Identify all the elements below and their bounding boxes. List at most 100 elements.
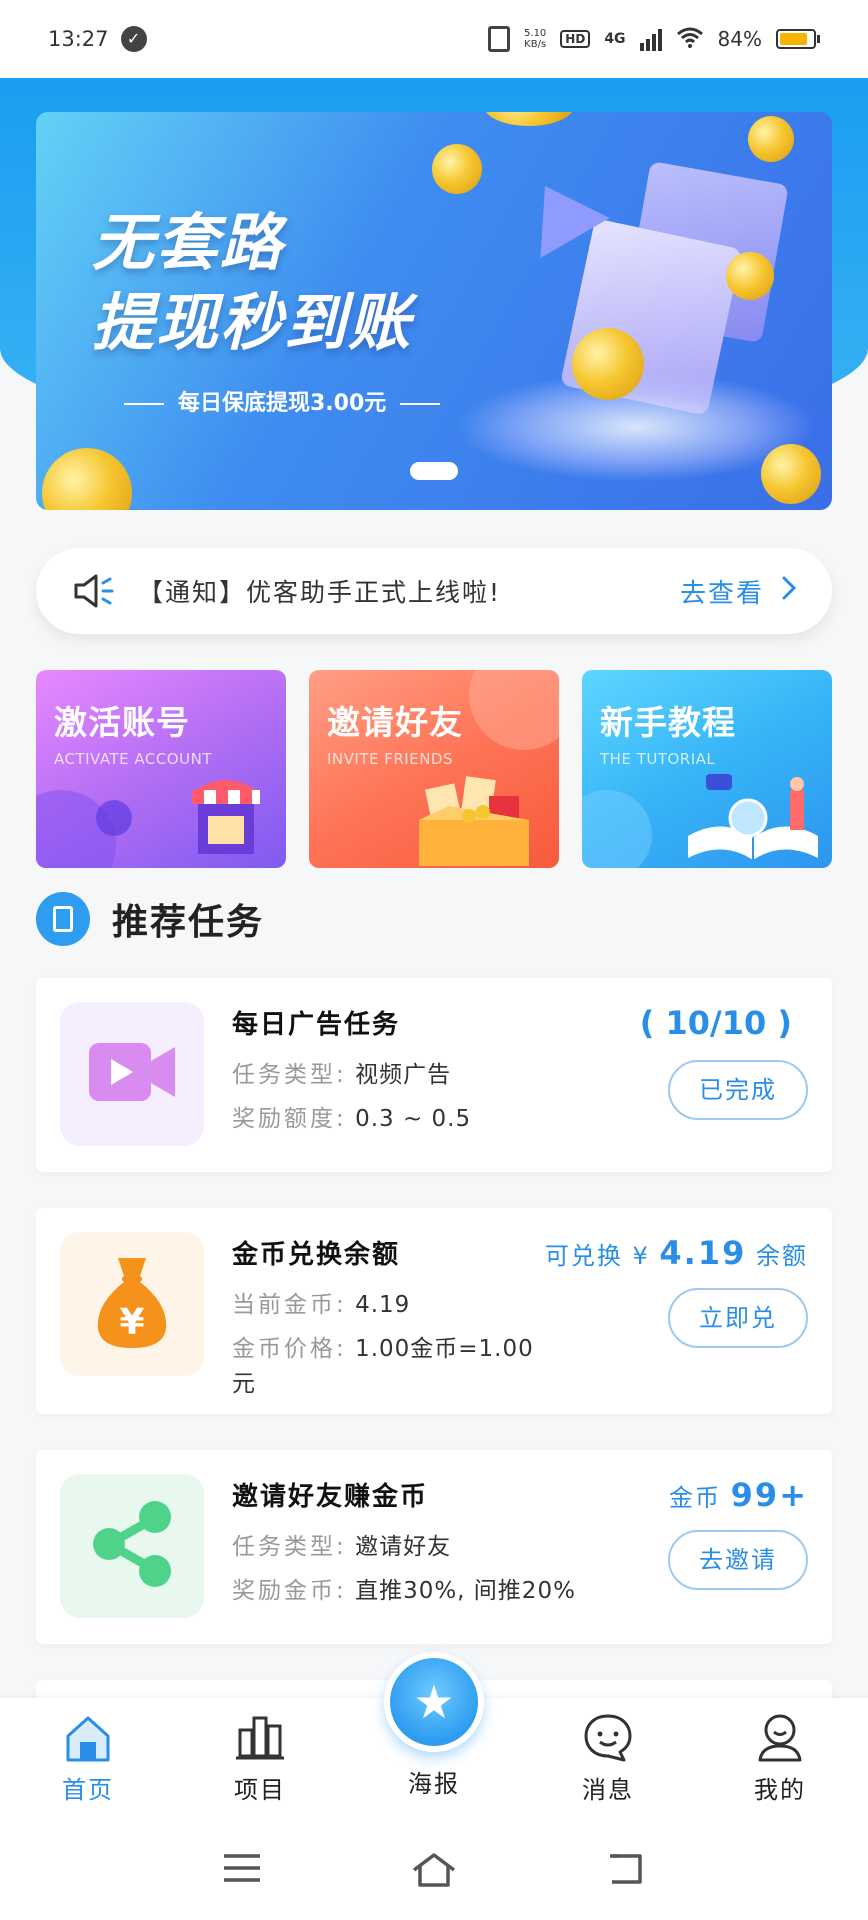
task-status: ( 10/10 ) 已完成 [640,1004,808,1120]
task-type-row: 任务类型: 视频广告 [232,1053,471,1097]
quick-card-subtitle: ACTIVATE ACCOUNT [54,750,212,768]
coin-price-wrap: 元 [232,1371,256,1397]
task-name: 邀请好友赚金币 [232,1482,429,1512]
tab-projects[interactable]: 项目 [200,1712,320,1805]
battery-icon [776,29,820,49]
coin-price-value: 1.00金币=1.00 [355,1336,534,1362]
current-coins-label: 当前金币: [232,1292,347,1318]
invite-button[interactable]: 去邀请 [668,1530,808,1590]
task-info: 金币兑换余额 当前金币: 4.19 金币价格: 1.00金币=1.00 元 [232,1234,562,1397]
tab-home[interactable]: 首页 [28,1712,148,1805]
banner-title-line1: 无套路 [92,206,285,279]
book-icon [678,766,828,868]
status-time: 13:27 [48,27,109,51]
tab-mine[interactable]: 我的 [720,1712,840,1805]
completed-button[interactable]: 已完成 [668,1060,808,1120]
tutorial-card[interactable]: 新手教程 THE TUTORIAL [582,670,832,868]
tab-poster-label: 海报 [408,1770,460,1798]
check-circle-icon: ✓ [120,26,147,52]
vibrate-icon [488,26,511,52]
task-type-row: 任务类型: 邀请好友 [232,1525,576,1569]
quick-actions: 激活账号 ACTIVATE ACCOUNT 邀请好友 INVITE FRIEND… [36,670,832,868]
status-bar: 13:27 ✓ 5.10 KB/s HD 4G 84% [0,0,868,78]
home-nav-icon[interactable] [410,1852,458,1892]
notice-bar[interactable]: 【通知】优客助手正式上线啦! 去查看 [36,548,832,634]
quick-card-title: 新手教程 [600,703,736,742]
banner-subtitle: 每日保底提现3.00元 [110,385,454,417]
notice-view-label: 去查看 [679,578,764,609]
net-speed: 5.10 KB/s [524,28,546,50]
signal-icon [639,27,662,51]
svg-text:¥: ¥ [119,1302,144,1343]
reward-coins-row: 奖励金币: 直推30%, 间推20% [232,1569,576,1613]
current-coins-row: 当前金币: 4.19 [232,1283,562,1327]
chevron-right-icon [782,576,797,607]
coin-icon [42,448,132,510]
task-thumb: ¥ [60,1232,204,1376]
task-info: 每日广告任务 任务类型: 视频广告 奖励额度: 0.3 ~ 0.5 [232,1004,471,1141]
coin-price-label: 金币价格: [232,1336,347,1362]
task-status: 可兑换 ¥ 4.19 余额 立即兑 [545,1234,808,1348]
coin-icon [572,328,644,400]
task-progress: ( 10/10 ) [639,1004,792,1042]
promo-banner[interactable]: 无套路 提现秒到账 每日保底提现3.00元 [36,112,832,510]
video-icon [87,1037,177,1111]
activate-account-card[interactable]: 激活账号 ACTIVATE ACCOUNT [36,670,286,868]
buildings-icon [234,1712,286,1764]
coin-price-row: 金币价格: 1.00金币=1.00 [232,1327,562,1371]
task-type-value: 视频广告 [355,1062,452,1088]
task-type-label: 任务类型: [232,1534,347,1560]
exchange-amount: 可兑换 ¥ 4.19 余额 [545,1234,808,1272]
coin-icon [748,116,794,162]
clipboard-icon [36,892,90,946]
coin-reward: 金币 99+ [668,1476,808,1514]
carousel-indicator[interactable] [410,462,458,480]
status-indicators: 5.10 KB/s HD 4G 84% [488,26,820,53]
star-icon: ★ [413,1675,455,1729]
exchange-prefix: 可兑换 ¥ [544,1242,650,1270]
coin-icon [726,252,774,300]
tab-messages[interactable]: 消息 [548,1712,668,1805]
battery-percent: 84% [717,27,762,51]
chat-bubble-icon [582,1712,634,1764]
task-status: 金币 99+ 去邀请 [668,1476,808,1590]
notice-view-link[interactable]: 去查看 [679,573,797,610]
coin-icon [484,112,574,126]
quick-card-title: 激活账号 [54,703,190,742]
current-coins-value: 4.19 [355,1292,411,1318]
task-name: 每日广告任务 [232,1010,401,1040]
exchange-suffix: 余额 [756,1242,808,1270]
app-screen: 13:27 ✓ 5.10 KB/s HD 4G 84% 无套路 提现秒到账 每日… [0,0,868,1920]
reward-coins-label: 奖励金币: [232,1578,347,1604]
coin-icon [761,444,821,504]
task-card-daily-ads[interactable]: 每日广告任务 任务类型: 视频广告 奖励额度: 0.3 ~ 0.5 ( 10/1… [36,978,832,1172]
tab-projects-label: 项目 [234,1776,286,1804]
invite-friends-card[interactable]: 邀请好友 INVITE FRIENDS [309,670,559,868]
tab-home-label: 首页 [62,1776,114,1804]
exchange-now-button[interactable]: 立即兑 [668,1288,808,1348]
hd-badge: HD [560,30,591,48]
tab-messages-label: 消息 [582,1776,634,1804]
task-card-coin-exchange[interactable]: ¥ 金币兑换余额 当前金币: 4.19 金币价格: 1.00金币=1.00 元 … [36,1208,832,1414]
poster-button[interactable]: ★ [384,1652,484,1752]
task-reward-label: 奖励额度: [232,1106,347,1132]
wifi-icon [676,26,704,53]
notice-text: 【通知】优客助手正式上线啦! [138,578,502,607]
task-card-invite[interactable]: 邀请好友赚金币 任务类型: 邀请好友 奖励金币: 直推30%, 间推20% 金币… [36,1450,832,1644]
menu-icon[interactable] [222,1852,262,1888]
shop-icon [186,770,266,864]
reward-coins-value: 直推30%, 间推20% [355,1578,576,1604]
section-title: 推荐任务 [112,902,265,943]
home-icon [62,1712,114,1764]
section-header: 推荐任务 [36,890,264,948]
back-icon[interactable] [606,1852,646,1890]
task-reward-value: 0.3 ~ 0.5 [355,1106,472,1132]
task-thumb [60,1474,204,1618]
coin-label: 金币 [669,1484,722,1512]
task-type-label: 任务类型: [232,1062,347,1088]
coin-amount: 99+ [730,1476,808,1514]
task-thumb [60,1002,204,1146]
gift-box-icon [409,766,539,868]
net-speed-value: 5.10 [524,28,547,39]
user-icon [754,1712,806,1764]
